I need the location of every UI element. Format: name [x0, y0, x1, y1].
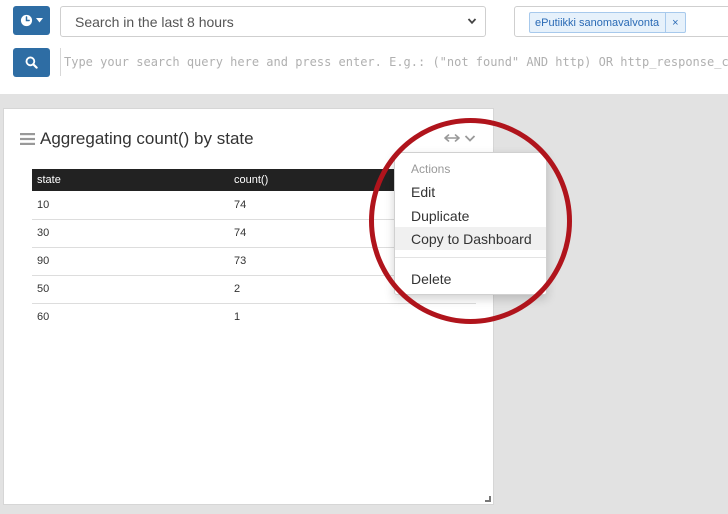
menu-item-copy-to-dashboard[interactable]: Copy to Dashboard: [395, 227, 546, 250]
time-range-select[interactable]: Search in the last 8 hours: [60, 6, 486, 37]
query-divider: [60, 48, 61, 76]
widget-title: Aggregating count() by state: [40, 129, 254, 148]
stream-selector[interactable]: ePutiikki sanomavalvonta ×: [514, 6, 728, 37]
cell-state: 90: [32, 247, 229, 276]
widget-controls: [444, 133, 476, 143]
widget-header: Aggregating count() by state: [20, 129, 254, 149]
chevron-down-icon: [467, 18, 477, 25]
search-icon: [25, 56, 38, 69]
cell-count: 1: [234, 311, 241, 324]
arrows-horizontal-icon[interactable]: [444, 133, 460, 143]
clock-icon: [20, 14, 33, 27]
widget-resize-handle[interactable]: [485, 496, 491, 502]
search-query-input[interactable]: [64, 52, 728, 72]
caret-down-icon: [36, 18, 43, 23]
menu-item-edit[interactable]: Edit: [395, 180, 546, 203]
search-bar: Search in the last 8 hours ePutiikki san…: [0, 0, 728, 94]
chevron-down-icon[interactable]: [464, 133, 476, 143]
cell-state: 50: [32, 275, 229, 304]
stream-tag: ePutiikki sanomavalvonta ×: [529, 12, 686, 33]
cell-state: 60: [37, 311, 50, 324]
hamburger-icon[interactable]: [20, 132, 36, 146]
widget-actions-menu: Actions Edit Duplicate Copy to Dashboard…: [394, 152, 547, 295]
menu-item-delete[interactable]: Delete: [395, 267, 546, 290]
menu-divider: [395, 257, 546, 258]
menu-item-duplicate[interactable]: Duplicate: [395, 204, 546, 227]
table-row: 60 1: [32, 303, 476, 331]
stream-tag-label: ePutiikki sanomavalvonta: [535, 16, 660, 29]
cell-state: 30: [32, 219, 229, 248]
menu-header: Actions: [411, 162, 451, 176]
stream-tag-remove-button[interactable]: ×: [665, 13, 684, 32]
column-header-state[interactable]: state: [32, 169, 229, 191]
cell-state: 10: [32, 191, 229, 220]
time-range-value: Search in the last 8 hours: [75, 14, 234, 30]
time-range-type-button[interactable]: [13, 6, 50, 35]
search-button[interactable]: [13, 48, 50, 77]
